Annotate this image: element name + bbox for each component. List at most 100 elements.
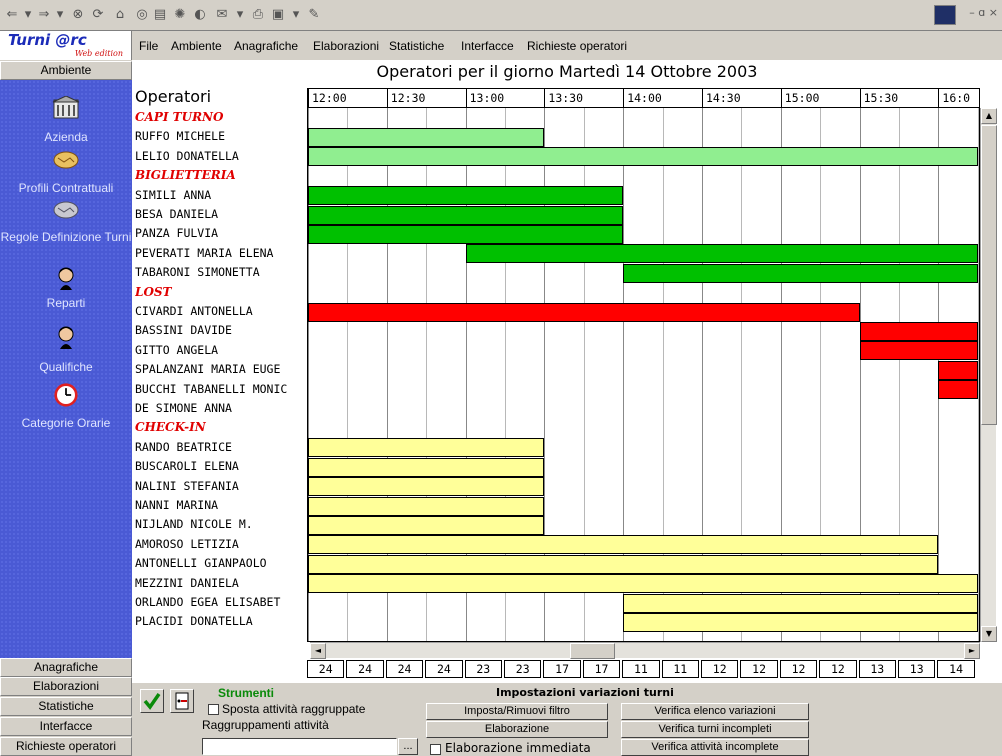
media-icon[interactable]: ◐ [192,7,208,23]
shift-bar[interactable] [308,515,545,535]
scroll-up-icon[interactable]: ▲ [981,108,997,124]
verifica-turni-button[interactable]: Verifica turni incompleti [621,721,809,738]
shift-bar[interactable] [308,574,978,594]
operator-name[interactable]: BESA DANIELA [135,205,310,224]
shift-bar[interactable] [308,205,624,225]
search-icon[interactable]: ◎ [134,7,150,23]
sidebar-anagrafiche-button[interactable]: Anagrafiche [0,658,132,677]
sidebar-item-profili-contrattuali[interactable]: Profili Contrattuali [0,181,132,195]
sidebar-statistiche-button[interactable]: Statistiche [0,697,132,716]
shift-bar[interactable] [308,496,545,516]
person-icon[interactable] [52,325,80,349]
shift-bar[interactable] [308,457,545,477]
forward-arrow-icon[interactable]: ⇒ [36,7,52,23]
shift-bar[interactable] [308,438,545,458]
operator-name[interactable]: PEVERATI MARIA ELENA [135,244,310,263]
shift-bar[interactable] [623,263,978,283]
mail-icon[interactable]: ✉ [214,7,230,23]
operator-name[interactable]: NALINI STEFANIA [135,477,310,496]
sidebar-richieste-operatori-button[interactable]: Richieste operatori [0,737,132,756]
menu-richieste-operatori[interactable]: Richieste operatori [527,39,627,53]
operator-name[interactable]: GITTO ANGELA [135,341,310,360]
menu-interfacce[interactable]: Interfacce [461,39,514,53]
sidebar-elaborazioni-button[interactable]: Elaborazioni [0,677,132,696]
refresh-icon[interactable]: ⟳ [90,7,106,23]
exit-button[interactable] [170,689,194,713]
sidebar-item-qualifiche[interactable]: Qualifiche [0,360,132,374]
operator-name[interactable]: MEZZINI DANIELA [135,574,310,593]
dropdown-arrow-icon[interactable]: ▾ [20,7,36,23]
shift-bar[interactable] [308,127,545,147]
shift-bar[interactable] [308,186,624,206]
operator-name[interactable]: RANDO BEATRICE [135,438,310,457]
shift-bar[interactable] [465,244,978,264]
filtro-button[interactable]: Imposta/Rimuovi filtro [426,703,608,720]
sidebar-ambiente-button[interactable]: Ambiente [0,61,132,80]
clock-icon[interactable] [52,383,80,407]
back-arrow-icon[interactable]: ⇐ [4,7,20,23]
shift-bar[interactable] [308,535,939,555]
elaborazione-button[interactable]: Elaborazione [426,721,608,738]
menu-statistiche[interactable]: Statistiche [389,39,444,53]
operator-name[interactable]: NIJLAND NICOLE M. [135,515,310,534]
handshake-icon[interactable] [52,148,80,172]
sidebar-item-regole-definizione-turni[interactable]: Regole Definizione Turni [0,230,132,244]
shift-bar[interactable] [308,302,860,322]
menu-elaborazioni[interactable]: Elaborazioni [313,39,379,53]
dropdown-arrow-icon[interactable]: ▾ [232,7,248,23]
favorites-icon[interactable]: ▤ [152,7,168,23]
person-icon[interactable] [52,266,80,290]
horizontal-scrollbar[interactable]: ◄ ► [310,642,980,659]
operator-name[interactable]: NANNI MARINA [135,496,310,515]
operator-name[interactable]: AMOROSO LETIZIA [135,535,310,554]
operator-name[interactable]: PLACIDI DONATELLA [135,612,310,631]
shift-bar[interactable] [308,554,939,574]
verifica-elenco-button[interactable]: Verifica elenco variazioni [621,703,809,720]
discuss-icon[interactable]: ✎ [306,7,322,23]
shift-bar[interactable] [623,593,978,613]
shift-bar[interactable] [308,224,624,244]
menu-ambiente[interactable]: Ambiente [171,39,222,53]
sidebar-item-azienda[interactable]: Azienda [0,130,132,144]
operator-name[interactable]: BASSINI DAVIDE [135,321,310,340]
browse-button[interactable]: ... [398,738,418,755]
shift-bar[interactable] [308,477,545,497]
shift-bar[interactable] [308,147,978,167]
history-icon[interactable]: ✺ [172,7,188,23]
verifica-attivita-button[interactable]: Verifica attività incomplete [621,739,809,756]
scroll-right-icon[interactable]: ► [964,643,980,659]
confirm-button[interactable] [140,689,164,713]
scroll-down-icon[interactable]: ▼ [981,626,997,642]
handshake-grey-icon[interactable] [52,198,80,222]
shift-bar[interactable] [859,341,978,361]
operator-name[interactable]: BUSCAROLI ELENA [135,457,310,476]
vertical-scrollbar[interactable]: ▲ ▼ [980,108,997,642]
operator-name[interactable]: ORLANDO EGEA ELISABET [135,593,310,612]
operator-name[interactable]: LELIO DONATELLA [135,147,310,166]
gantt-chart[interactable] [307,88,980,642]
menu-file[interactable]: File [139,39,158,53]
dropdown-arrow-icon[interactable]: ▾ [288,7,304,23]
operator-name[interactable]: SPALANZANI MARIA EUGE [135,360,310,379]
operator-name[interactable]: PANZA FULVIA [135,224,310,243]
sidebar-interfacce-button[interactable]: Interfacce [0,717,132,736]
shift-bar[interactable] [859,321,978,341]
operator-name[interactable]: DE SIMONE ANNA [135,399,310,418]
sposta-checkbox[interactable] [208,704,219,715]
shift-bar[interactable] [938,360,978,380]
scroll-left-icon[interactable]: ◄ [310,643,326,659]
bank-building-icon[interactable] [52,96,80,120]
menu-anagrafiche[interactable]: Anagrafiche [234,39,298,53]
elab-immediata-checkbox[interactable] [430,744,441,755]
sidebar-item-categorie-orarie[interactable]: Categorie Orarie [0,416,132,430]
sidebar-item-reparti[interactable]: Reparti [0,296,132,310]
stop-icon[interactable]: ⊗ [70,7,86,23]
shift-bar[interactable] [938,380,978,400]
window-controls[interactable]: – ɑ × [969,6,998,19]
dropdown-arrow-icon[interactable]: ▾ [52,7,68,23]
raggruppamenti-field[interactable] [202,738,397,755]
operator-name[interactable]: SIMILI ANNA [135,186,310,205]
operator-name[interactable]: TABARONI SIMONETTA [135,263,310,282]
scroll-thumb[interactable] [570,643,615,659]
operator-name[interactable]: ANTONELLI GIANPAOLO [135,554,310,573]
